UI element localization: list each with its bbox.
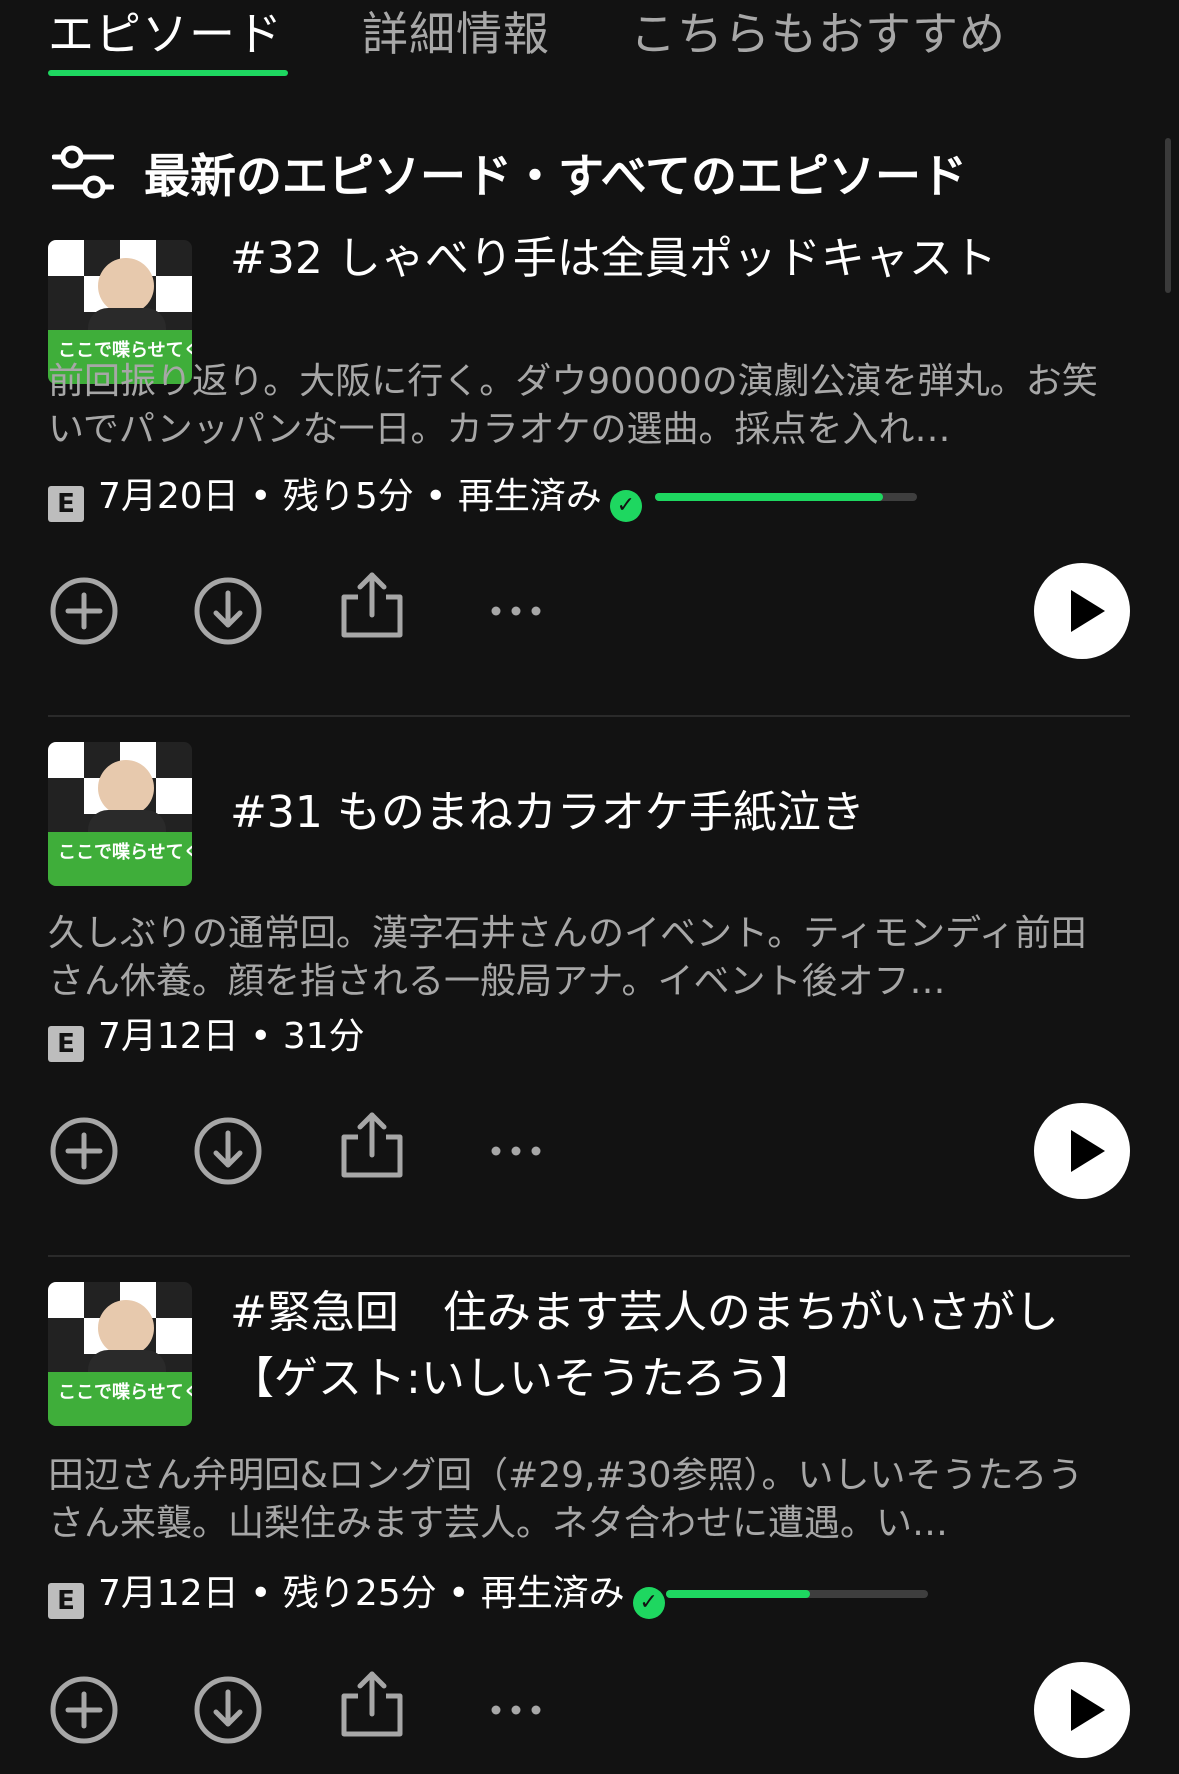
more-options-icon[interactable] (480, 575, 552, 647)
show-logo: ここで喋らせてください! (48, 832, 192, 886)
explicit-badge: E (48, 486, 84, 522)
tab-bar: エピソード 詳細情報 こちらもおすすめ (0, 0, 1179, 80)
explicit-badge: E (48, 1026, 84, 1062)
episode-title[interactable]: #31 ものまねカラオケ手紙泣き (230, 780, 865, 846)
divider (48, 1255, 1130, 1257)
divider (48, 715, 1130, 717)
download-icon[interactable] (192, 1674, 264, 1746)
active-tab-indicator (48, 70, 288, 76)
episode-meta-text: 7月12日 • 31分 (98, 1016, 365, 1057)
share-icon[interactable] (336, 1109, 408, 1181)
progress-bar (666, 1590, 928, 1598)
host-photo (98, 1300, 154, 1356)
sliders-icon (52, 145, 114, 199)
episode-thumbnail: ここで喋らせてください! (48, 1282, 192, 1426)
share-icon[interactable] (336, 1668, 408, 1740)
progress-fill (655, 493, 883, 501)
show-logo: ここで喋らせてください! (48, 1372, 192, 1426)
more-options-icon[interactable] (480, 1115, 552, 1187)
filter-label: 最新のエピソード・すべてのエピソード (144, 149, 967, 203)
episode-actions (0, 1662, 1179, 1774)
episode-thumbnail: ここで喋らせてください! (48, 742, 192, 886)
add-icon[interactable] (48, 1674, 120, 1746)
play-button[interactable] (1034, 563, 1130, 659)
episode-title[interactable]: #緊急回 住みます芸人のまちがいさがし (230, 1280, 1059, 1346)
download-icon[interactable] (192, 1115, 264, 1187)
episode-actions (0, 563, 1179, 675)
episode-title[interactable]: #32 しゃべり手は全員ポッドキャスト (230, 226, 997, 292)
episode-meta-text: 7月12日 • 残り25分 • 再生済み (98, 1573, 625, 1614)
episode-meta: E 7月12日 • 31分 (48, 1012, 365, 1062)
progress-bar (655, 493, 917, 501)
episode-meta: E 7月20日 • 残り5分 • 再生済み ✓ (48, 472, 642, 522)
episode-description: 田辺さん弁明回&ロング回（#29,#30参照）。いしいそうたろうさん来襲。山梨住… (48, 1455, 1084, 1544)
episode-description: 久しぶりの通常回。漢字石井さんのイベント。ティモンディ前田さん休養。顔を指される… (48, 913, 1087, 1002)
play-button[interactable] (1034, 1662, 1130, 1758)
played-check-icon: ✓ (632, 1587, 665, 1619)
host-photo (98, 258, 154, 314)
episode-actions (0, 1103, 1179, 1215)
episode-meta-text: 7月20日 • 残り5分 • 再生済み (98, 476, 602, 517)
play-icon (1071, 1689, 1105, 1731)
download-icon[interactable] (192, 575, 264, 647)
episode-meta: E 7月12日 • 残り25分 • 再生済み ✓ (48, 1569, 665, 1619)
episode-filter[interactable]: 最新のエピソード・すべてのエピソード (48, 135, 1148, 205)
tab-details[interactable]: 詳細情報 (362, 0, 550, 64)
explicit-badge: E (48, 1583, 84, 1619)
tab-recommendations[interactable]: こちらもおすすめ (630, 0, 1006, 64)
share-icon[interactable] (336, 569, 408, 641)
episode-description: 前回振り返り。大阪に行く。ダウ90000の演劇公演を弾丸。お笑いでパンッパンな一… (48, 361, 1098, 450)
played-check-icon: ✓ (609, 490, 642, 522)
add-icon[interactable] (48, 1115, 120, 1187)
play-icon (1071, 1130, 1105, 1172)
host-photo (98, 760, 154, 816)
episode-title-line2[interactable]: 【ゲスト:いしいそうたろう】 (230, 1346, 814, 1412)
play-button[interactable] (1034, 1103, 1130, 1199)
progress-fill (666, 1590, 811, 1598)
play-icon (1071, 590, 1105, 632)
tab-episodes[interactable]: エピソード (48, 0, 283, 64)
add-icon[interactable] (48, 575, 120, 647)
more-options-icon[interactable] (480, 1674, 552, 1746)
scrollbar[interactable] (1165, 138, 1171, 293)
